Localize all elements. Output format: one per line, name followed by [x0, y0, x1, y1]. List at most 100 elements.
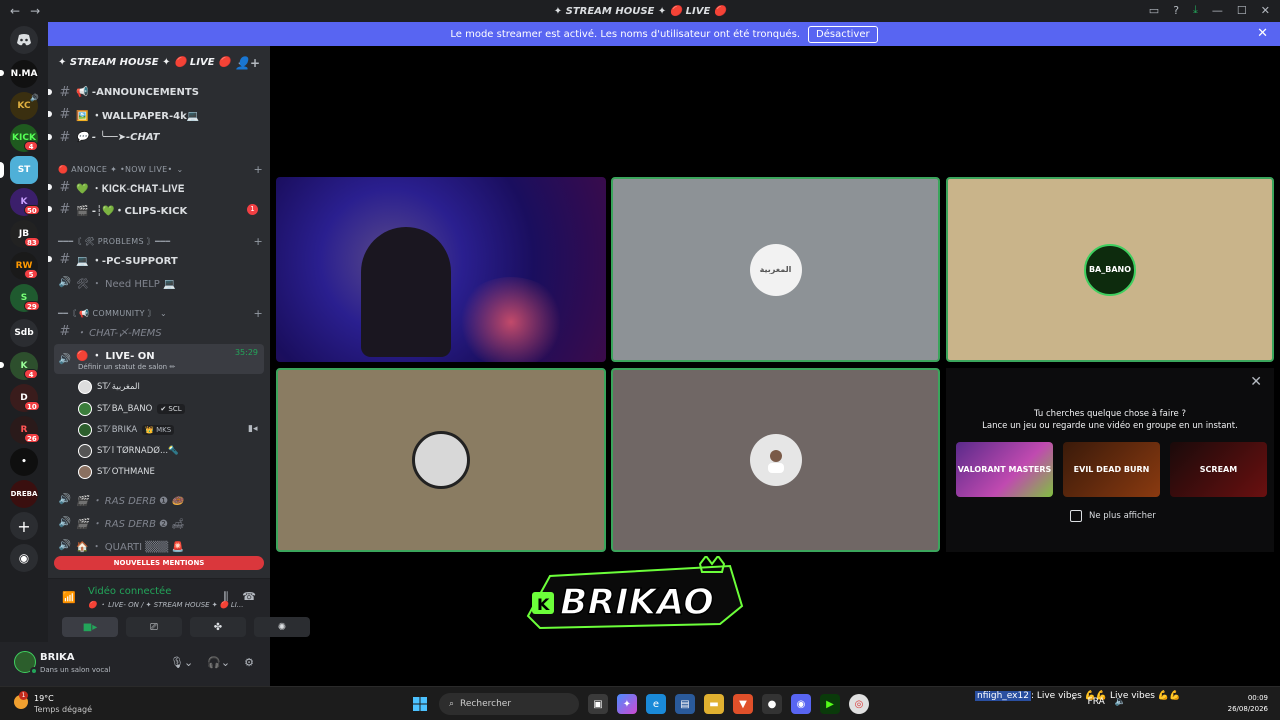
voice-user[interactable]: ST⁄ BA_BANO ✔ SCL — [78, 400, 185, 418]
server-icon[interactable]: DREBA — [10, 480, 38, 508]
copilot-icon[interactable]: ✦ — [617, 694, 637, 714]
lang-indicator[interactable]: FRA — [1088, 697, 1105, 707]
edge-icon[interactable]: e — [646, 694, 666, 714]
voice-user[interactable]: ST⁄ BRIKA 👑 MKS — [78, 421, 175, 439]
camera-button[interactable]: ■▸ — [62, 617, 118, 637]
invite-people-icon[interactable]: 👤+ — [235, 56, 260, 70]
video-tile-user[interactable]: BA_BANO — [946, 177, 1274, 362]
server-icon-active[interactable]: ST — [10, 156, 38, 184]
add-channel-icon[interactable]: + — [253, 307, 263, 320]
microphone-icon[interactable]: 🎙⌄ — [170, 656, 193, 669]
app-icon[interactable]: ● — [762, 694, 782, 714]
category-now-live[interactable]: 🔴 ANONCE ✦ •NOW LIVE• ⌄ + — [58, 162, 263, 176]
dont-show-again-option[interactable]: Ne plus afficher — [1070, 510, 1156, 522]
discord-home-icon[interactable] — [10, 26, 38, 54]
server-icon[interactable]: Sdb — [10, 319, 38, 347]
weather-temp[interactable]: 19°C — [34, 694, 54, 703]
voice-channel-ras-derb-1[interactable]: 🔊 🎬 ・ RAS DERB ❶ 🍩 — [54, 489, 264, 509]
voice-channel-quarti[interactable]: 🔊 🏠 ・ QUARTI ▒▒▒ 🚨 — [54, 535, 264, 555]
category-community[interactable]: ━━〘 📢 COMMUNITY 〙 ⌄ + — [58, 306, 263, 320]
checkbox[interactable] — [1070, 510, 1082, 522]
clock[interactable]: 00:09 26/08/2026 — [1228, 693, 1268, 715]
add-server-icon[interactable]: + — [10, 512, 38, 540]
channel-announcements[interactable]: # 📢 -ANNOUNCEMENTS — [48, 82, 264, 102]
avatar-label: المغربية — [759, 265, 792, 274]
channel-chat[interactable]: # 💬 - ╰──➤-CHAT — [48, 127, 264, 147]
inbox-icon[interactable]: ▭ — [1149, 4, 1159, 17]
disconnect-icon[interactable]: ☎ — [242, 590, 256, 604]
download-icon[interactable]: ⤓ — [1193, 3, 1198, 17]
chevron-up-icon[interactable]: ⌃ — [1070, 697, 1078, 707]
video-tile-camera[interactable] — [276, 177, 606, 362]
discord-icon[interactable]: ◉ — [791, 694, 811, 714]
close-window-icon[interactable]: ✕ — [1261, 4, 1270, 17]
unread-pill — [48, 256, 52, 262]
soundboard-button[interactable]: ✺ — [254, 617, 310, 637]
video-tile-user[interactable]: المغربية — [611, 177, 940, 362]
kick-icon[interactable]: ▶ — [820, 694, 840, 714]
activity-cards: VALORANT MASTERS EVIL DEAD BURN SCREAM — [956, 442, 1267, 497]
search-icon: ⌕ — [449, 699, 455, 709]
activity-card-scream[interactable]: SCREAM — [1170, 442, 1267, 497]
server-label: KC — [17, 101, 31, 111]
server-icon[interactable]: N.MA — [10, 60, 38, 88]
explore-icon[interactable]: ◉ — [10, 544, 38, 572]
voice-user[interactable]: ST⁄ OTHMANE — [78, 463, 155, 481]
app-root: ← → ✦ STREAM HOUSE ✦ 🔴 LIVE 🔴 ▭ ? ⤓ — ☐ … — [0, 0, 1280, 720]
camera-light — [456, 277, 566, 362]
channel-pc-support[interactable]: # 💻 ・-PC-SUPPORT — [48, 249, 264, 269]
hash-icon: # — [59, 129, 71, 145]
server-icon[interactable]: • — [10, 448, 38, 476]
brave-icon[interactable]: ▼ — [733, 694, 753, 714]
channel-chat-mems[interactable]: # ・ CHAT-〆-MEMS — [54, 321, 264, 341]
close-banner-icon[interactable]: ✕ — [1257, 26, 1268, 41]
user-name[interactable]: BRIKA — [40, 652, 75, 663]
chevron-down-icon: ⌄ — [159, 308, 167, 318]
screen-share-button[interactable]: ⎚ — [126, 617, 182, 637]
start-windows-icon[interactable] — [410, 694, 430, 714]
taskbar-search[interactable]: ⌕ Rechercher — [439, 693, 579, 715]
weather-desc[interactable]: Temps dégagé — [34, 705, 92, 714]
channel-clips-kick[interactable]: # 🎬 -┆💚・CLIPS-KICK 1 — [48, 199, 264, 219]
channel-label: 💻 ・-PC-SUPPORT — [76, 255, 178, 267]
add-channel-icon[interactable]: + — [253, 235, 263, 248]
video-camera-icon: ▮◂ — [248, 424, 258, 434]
disable-streamer-button[interactable]: Désactiver — [808, 25, 878, 43]
store-icon[interactable]: ▤ — [675, 694, 695, 714]
voice-user[interactable]: ST⁄ المغربية — [78, 378, 140, 396]
channel-kick-chat[interactable]: # 💚 ・𝐊𝐈𝐂𝐊-𝐂𝐇𝐀𝐓-𝐋𝐈𝐕𝐄 — [48, 177, 264, 197]
unread-pill — [48, 111, 52, 117]
video-tile-user[interactable] — [276, 368, 606, 552]
signal-icon[interactable]: 📶 — [62, 591, 76, 604]
category-problems[interactable]: ━━━〘 🛠 PROBLEMS 〙━━━ + — [58, 234, 263, 248]
activity-card-evil-dead[interactable]: EVIL DEAD BURN — [1063, 442, 1160, 497]
volume-icon[interactable]: 🔈 — [1115, 697, 1126, 707]
file-explorer-icon[interactable]: ▬ — [704, 694, 724, 714]
server-header[interactable]: ✦ STREAM HOUSE ✦ 🔴 LIVE 🔴 ⌄ 👤+ — [48, 46, 270, 78]
add-channel-icon[interactable]: + — [253, 163, 263, 176]
channel-wallpaper[interactable]: # 🖼️ ・WALLPAPER-4k💻 — [48, 104, 264, 124]
new-mentions-button[interactable]: NOUVELLES MENTIONS — [54, 556, 264, 570]
maximize-icon[interactable]: ☐ — [1237, 4, 1247, 17]
headphones-icon[interactable]: 🎧⌄ — [207, 656, 230, 669]
task-view-icon[interactable]: ▣ — [588, 694, 608, 714]
avatar: BA_BANO — [1084, 243, 1136, 296]
channel-status-edit[interactable]: Définir un statut de salon ✏ — [78, 363, 175, 371]
video-tile-user[interactable] — [611, 368, 940, 552]
close-icon[interactable]: ✕ — [1250, 374, 1262, 390]
voice-user[interactable]: ST⁄ l TØRNADØ...🔦 — [78, 442, 179, 460]
activity-card-valorant[interactable]: VALORANT MASTERS — [956, 442, 1053, 497]
server-label: N.MA — [10, 69, 38, 79]
help-icon[interactable]: ? — [1173, 4, 1179, 17]
chrome-icon[interactable]: ◎ — [849, 694, 869, 714]
title-bar: ← → ✦ STREAM HOUSE ✦ 🔴 LIVE 🔴 ▭ ? ⤓ — ☐ … — [0, 0, 1280, 22]
settings-gear-icon[interactable]: ⚙ — [244, 656, 254, 669]
channel-label: 🎬 ・ RAS DERB ❶ 🍩 — [76, 495, 184, 507]
activities-button[interactable]: ✤ — [190, 617, 246, 637]
noise-suppression-icon[interactable]: ⫼ — [223, 590, 228, 604]
voice-channel-ras-derb-2[interactable]: 🔊 🎬 ・ RAS DERB ❷ 🛋 — [54, 512, 264, 532]
option-label: Ne plus afficher — [1089, 511, 1156, 521]
minimize-icon[interactable]: — — [1212, 4, 1223, 17]
user-status: Dans un salon vocal — [40, 666, 111, 674]
voice-channel-need-help[interactable]: 🔊 🛠 ・ Need HELP 💻 — [54, 272, 264, 292]
